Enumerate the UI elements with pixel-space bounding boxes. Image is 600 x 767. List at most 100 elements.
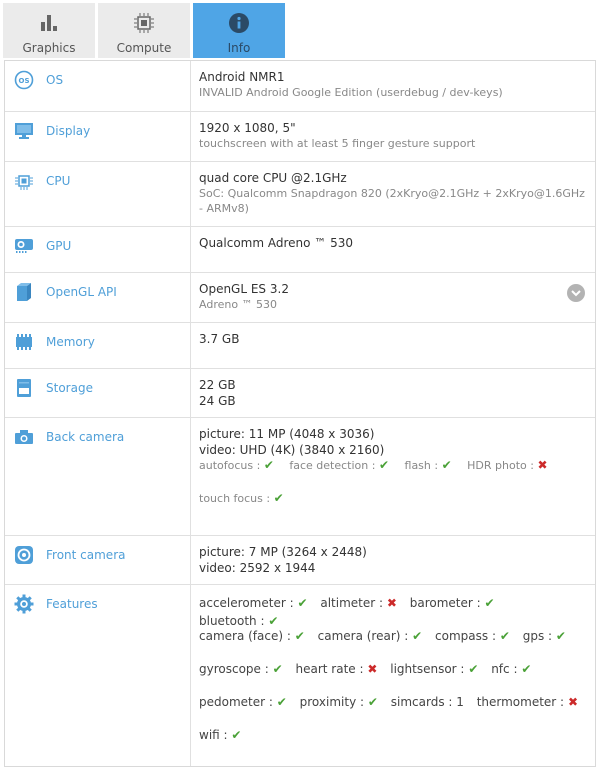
row-label: GPU — [46, 239, 72, 253]
row-os: OS OS Android NMR1 INVALID Android Googl… — [5, 61, 595, 112]
check-icon: ✔ — [231, 728, 242, 742]
tab-label: Graphics — [22, 41, 76, 55]
row-label: CPU — [46, 174, 71, 188]
row-memory: Memory 3.7 GB — [5, 323, 595, 369]
cap-autofocus: autofocus : ✔ — [199, 458, 274, 473]
check-icon: ✔ — [276, 695, 287, 709]
feature-proximity: proximity : ✔ — [299, 695, 378, 709]
value-cell: picture: 11 MP (4048 x 3036) video: UHD … — [191, 418, 595, 535]
row-label: Back camera — [46, 430, 125, 444]
feature-gps: gps : ✔ — [522, 629, 566, 643]
feature-camera-face: camera (face) : ✔ — [199, 629, 305, 643]
row-storage: Storage 22 GB 24 GB — [5, 369, 595, 418]
storage-value: 22 GB — [199, 378, 236, 392]
check-icon: ✔ — [499, 629, 510, 643]
cap-label: flash : — [404, 459, 439, 472]
cap-label: HDR photo : — [467, 459, 534, 472]
tab-info[interactable]: Info — [193, 3, 285, 58]
check-icon: ✔ — [273, 491, 284, 505]
check-icon: ✔ — [367, 695, 378, 709]
value-cell: OpenGL ES 3.2 Adreno ™ 530 — [191, 273, 595, 322]
feature-heart-rate: heart rate : ✖ — [295, 662, 378, 676]
row-label: Front camera — [46, 548, 126, 562]
gear-icon — [13, 593, 35, 615]
tab-compute[interactable]: Compute — [98, 3, 190, 58]
feature-accelerometer: accelerometer : ✔ — [199, 596, 308, 610]
label-cell: Features — [5, 585, 191, 766]
os-build: INVALID Android Google Edition (userdebu… — [199, 86, 503, 99]
check-icon: ✔ — [468, 662, 479, 676]
check-icon: ✔ — [484, 596, 495, 610]
cross-icon: ✖ — [567, 695, 578, 709]
features-line: wifi : ✔ — [199, 726, 587, 759]
features-line: camera (face) : ✔ camera (rear) : ✔ comp… — [199, 627, 587, 660]
row-gpu: GPU Qualcomm Adreno ™ 530 — [5, 227, 595, 273]
label-cell: Front camera — [5, 536, 191, 584]
tab-graphics[interactable]: Graphics — [3, 3, 95, 58]
feature-wifi: wifi : ✔ — [199, 728, 242, 742]
back-camera-caps: autofocus : ✔ face detection : ✔ flash :… — [199, 458, 587, 473]
row-cpu: CPU quad core CPU @2.1GHz SoC: Qualcomm … — [5, 162, 595, 227]
row-label: Storage — [46, 381, 93, 395]
cap-label: touch focus : — [199, 492, 271, 505]
back-camera-video: video: UHD (4K) (3840 x 2160) — [199, 443, 385, 457]
row-label: Memory — [46, 335, 95, 349]
label-cell: Back camera — [5, 418, 191, 535]
monitor-icon — [13, 120, 35, 142]
value-cell: quad core CPU @2.1GHz SoC: Qualcomm Snap… — [191, 162, 595, 226]
gpu-name: Qualcomm Adreno ™ 530 — [199, 236, 354, 250]
expand-opengl-button[interactable] — [567, 284, 585, 302]
storage-value-2: 24 GB — [199, 394, 236, 408]
row-back-camera: Back camera picture: 11 MP (4048 x 3036)… — [5, 418, 595, 536]
features-list: accelerometer : ✔ altimeter : ✖ baromete… — [191, 585, 595, 766]
chip-icon — [133, 12, 155, 34]
label-cell: CPU — [5, 162, 191, 226]
value-cell: Qualcomm Adreno ™ 530 — [191, 227, 595, 272]
feature-altimeter: altimeter : ✖ — [320, 596, 397, 610]
features-line: accelerometer : ✔ altimeter : ✖ baromete… — [199, 594, 587, 628]
tab-bar: Graphics Compute Info — [3, 3, 288, 58]
feature-thermometer: thermometer : ✖ — [476, 695, 578, 709]
feature-camera-rear: camera (rear) : ✔ — [317, 629, 423, 643]
value-cell: 3.7 GB — [191, 323, 595, 368]
back-camera-caps-2: touch focus : ✔ — [199, 491, 587, 506]
check-icon: ✔ — [412, 629, 423, 643]
cap-hdr-photo: HDR photo : ✖ — [467, 458, 547, 473]
feature-nfc: nfc : ✔ — [491, 662, 532, 676]
check-icon: ✔ — [378, 458, 390, 472]
cap-label: autofocus : — [199, 459, 261, 472]
display-resolution: 1920 x 1080, 5" — [199, 121, 296, 135]
feature-compass: compass : ✔ — [435, 629, 510, 643]
label-cell: Storage — [5, 369, 191, 417]
front-camera-icon — [13, 544, 35, 566]
value-cell: picture: 7 MP (3264 x 2448) video: 2592 … — [191, 536, 595, 584]
row-opengl: OpenGL API OpenGL ES 3.2 Adreno ™ 530 — [5, 273, 595, 323]
label-cell: Display — [5, 112, 191, 161]
cross-icon: ✖ — [386, 596, 397, 610]
cap-face-detection: face detection : ✔ — [289, 458, 389, 473]
label-cell: Memory — [5, 323, 191, 368]
row-label: Features — [46, 597, 98, 611]
cpu-soc: SoC: Qualcomm Snapdragon 820 (2xKryo@2.1… — [199, 187, 585, 215]
row-label: OS — [46, 73, 64, 87]
row-front-camera: Front camera picture: 7 MP (3264 x 2448)… — [5, 536, 595, 585]
info-icon — [228, 12, 250, 34]
feature-barometer: barometer : ✔ — [409, 596, 495, 610]
os-version: Android NMR1 — [199, 70, 285, 84]
check-icon: ✔ — [441, 458, 452, 472]
value-cell: Android NMR1 INVALID Android Google Edit… — [191, 61, 595, 111]
check-icon: ✔ — [272, 662, 283, 676]
feature-simcards: simcards : 1 — [390, 695, 464, 709]
gpu-icon — [13, 235, 35, 257]
check-icon: ✔ — [297, 596, 308, 610]
label-cell: OpenGL API — [5, 273, 191, 322]
chevron-down-icon — [571, 290, 581, 297]
check-icon: ✔ — [521, 662, 532, 676]
feature-lightsensor: lightsensor : ✔ — [390, 662, 479, 676]
device-info-table: OS OS Android NMR1 INVALID Android Googl… — [4, 60, 596, 767]
check-icon: ✔ — [268, 614, 279, 628]
camera-icon — [13, 426, 35, 448]
tab-label: Info — [227, 41, 251, 55]
storage-icon — [13, 377, 35, 399]
back-camera-picture: picture: 11 MP (4048 x 3036) — [199, 427, 375, 441]
